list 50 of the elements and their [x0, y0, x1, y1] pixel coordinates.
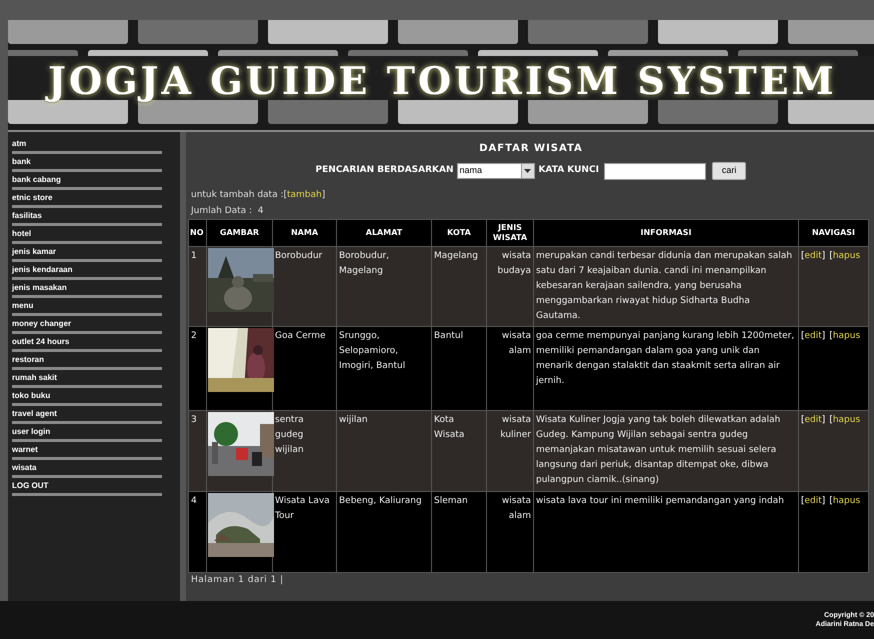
search-by-dropdown[interactable]: nama	[456, 163, 535, 179]
sidebar-link[interactable]: rumah sakit	[12, 370, 162, 385]
sidebar-link[interactable]: fasilitas	[12, 208, 162, 223]
sidebar-link[interactable]: atm	[12, 136, 162, 151]
sidebar-link[interactable]: outlet 24 hours	[12, 334, 162, 349]
sidebar-link[interactable]: jenis masakan	[12, 280, 162, 295]
action-link[interactable]: [hapus	[829, 415, 860, 425]
table-cell: 1	[188, 246, 206, 326]
table-cell: Bebeng, Kaliurang	[336, 492, 432, 572]
sidebar-link[interactable]: hotel	[12, 226, 162, 241]
sidebar-link[interactable]: wisata	[12, 460, 162, 475]
sidebar-link[interactable]: bank cabang	[12, 172, 162, 187]
sidebar-link[interactable]: travel agent	[12, 406, 162, 421]
data-count: Jumlah Data : 4	[190, 204, 265, 218]
page-title: DAFTAR WISATA	[478, 142, 584, 156]
sidebar-link[interactable]: bank	[12, 154, 162, 169]
keyword-label: KATA KUNCI	[538, 164, 599, 178]
add-link[interactable]: tambah	[287, 190, 322, 200]
sidebar-link[interactable]: warnet	[12, 442, 162, 457]
search-button[interactable]: cari	[712, 162, 746, 180]
action-link[interactable]: [edit]	[801, 251, 826, 261]
table-cell: wisata alam	[486, 492, 534, 572]
table-cell: Sleman	[432, 492, 486, 572]
action-link[interactable]: [hapus	[829, 251, 860, 261]
sidebar-link[interactable]: restoran	[12, 352, 162, 367]
keyword-input[interactable]	[604, 162, 706, 180]
add-data-text: untuk tambah data :[tambah]	[190, 189, 326, 202]
pagination-text: Halaman 1 dari 1 |	[190, 574, 285, 587]
table-cell: wisata lava tour ini memiliki pemandangan yang indah	[534, 492, 798, 572]
caret-icon	[524, 169, 532, 173]
sidebar-link[interactable]: jenis kendaraan	[12, 262, 162, 277]
sidebar-link[interactable]: etnic store	[12, 190, 162, 205]
sidebar-link[interactable]: user login	[12, 424, 162, 439]
search-by-label: PENCARIAN BERDASARKAN	[316, 164, 454, 178]
table-cell: 3	[188, 410, 206, 492]
sidebar-link[interactable]: money changer	[12, 316, 162, 331]
action-link[interactable]: [edit]	[801, 415, 826, 425]
action-link[interactable]: [hapus	[829, 496, 860, 506]
sidebar-link[interactable]: toko buku	[12, 388, 162, 403]
table-cell: 4	[188, 492, 206, 572]
table-cell: 2	[188, 326, 206, 410]
action-link[interactable]: [hapus	[829, 331, 860, 341]
action-link[interactable]: [edit]	[801, 496, 826, 506]
sidebar-link[interactable]: jenis kamar	[12, 244, 162, 259]
column-header: INFORMASI	[534, 220, 798, 246]
sidebar-link[interactable]: menu	[12, 298, 162, 313]
sidebar-link[interactable]: LOG OUT	[12, 478, 162, 493]
table-cell: Wisata Lava Tour	[272, 492, 336, 572]
column-header: NO	[188, 220, 206, 246]
action-link[interactable]: [edit]	[801, 331, 826, 341]
